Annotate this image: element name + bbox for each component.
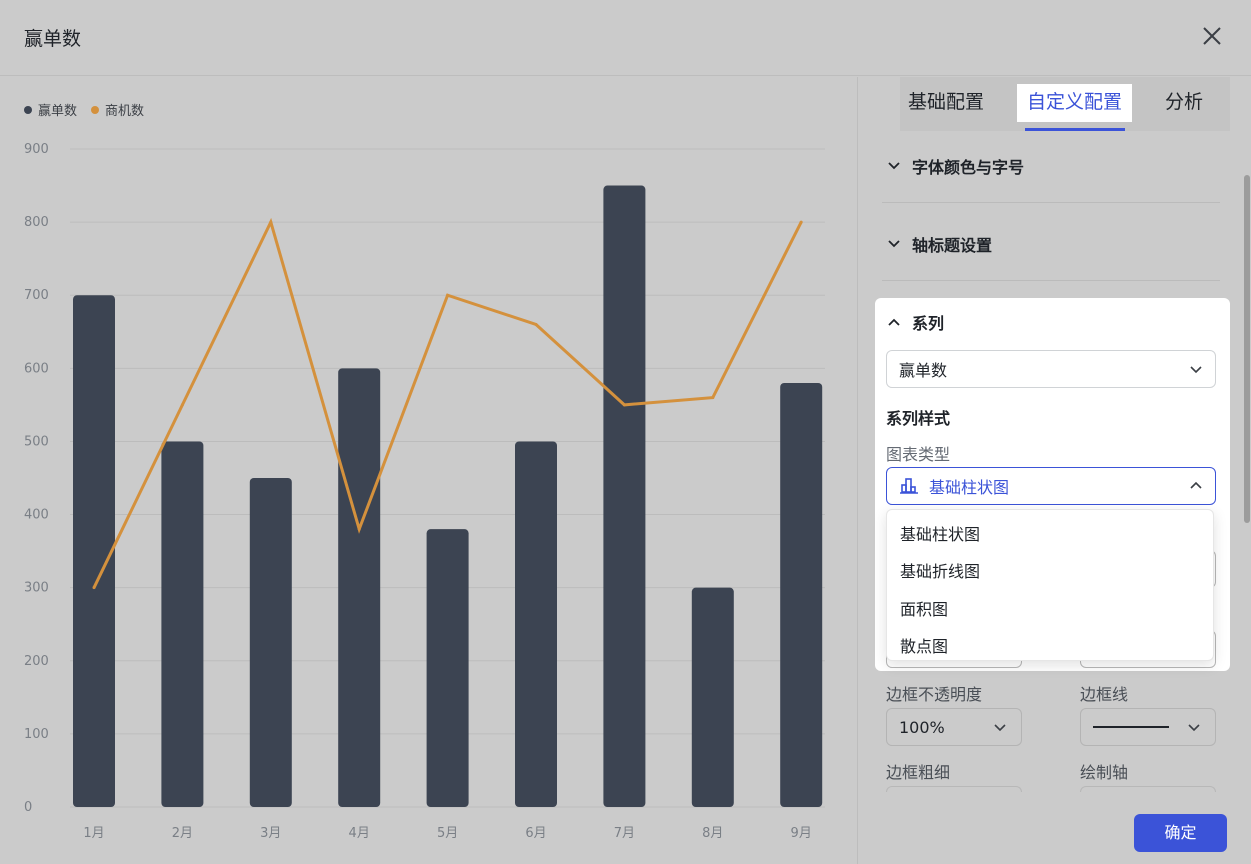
chevron-down-icon [1190, 366, 1202, 374]
legend-item-opportunities[interactable]: 商机数 [91, 100, 144, 119]
border-opacity-value: 100% [899, 717, 945, 737]
y-tick-label: 800 [24, 215, 49, 230]
section-title: 字体颜色与字号 [912, 158, 1025, 177]
border-line-label: 边框线 [1080, 685, 1129, 704]
section-axis-title[interactable]: 轴标题设置 [886, 232, 992, 256]
chart-type-dropdown: 基础柱状图 基础折线图 面积图 散点图 [886, 509, 1214, 661]
line-point-2月[interactable] [180, 403, 184, 407]
chart-type-value: 基础柱状图 [929, 478, 1010, 497]
x-tick-label: 4月 [349, 826, 370, 841]
y-tick-label: 700 [24, 288, 49, 303]
chevron-down-icon [888, 240, 900, 248]
y-tick-label: 600 [24, 361, 49, 376]
x-tick-label: 1月 [83, 826, 104, 841]
bar-4月[interactable] [338, 368, 381, 807]
tab-custom-config[interactable]: 自定义配置 [1017, 84, 1133, 122]
x-tick-label: 5月 [437, 826, 458, 841]
option-basic-line[interactable]: 基础折线图 [900, 558, 1200, 582]
bar-chart-icon [900, 478, 918, 494]
x-tick-label: 9月 [791, 826, 812, 841]
border-width-select[interactable] [886, 786, 1022, 792]
section-series[interactable]: 系列 [886, 310, 944, 334]
line-point-4月[interactable] [357, 527, 361, 531]
border-width-label: 边框粗细 [886, 763, 951, 782]
panel-scrollbar[interactable] [1244, 175, 1250, 523]
draw-axis-label: 绘制轴 [1080, 763, 1129, 782]
bar-5月[interactable] [426, 529, 469, 807]
chevron-down-icon [888, 162, 900, 170]
y-tick-label: 400 [24, 508, 49, 523]
chevron-up-icon [888, 318, 900, 326]
chevron-down-icon [1188, 724, 1200, 732]
border-opacity-label: 边框不透明度 [886, 685, 983, 704]
chart-type-select[interactable]: 基础柱状图 [886, 467, 1216, 505]
solid-line-icon [1093, 726, 1169, 728]
legend-label: 商机数 [105, 104, 145, 119]
y-tick-label: 300 [24, 581, 49, 596]
line-point-8月[interactable] [711, 396, 715, 400]
legend-item-wins[interactable]: 赢单数 [24, 100, 77, 119]
divider [882, 202, 1220, 203]
bar-7月[interactable] [603, 185, 646, 808]
chart-type-label: 图表类型 [886, 445, 951, 464]
section-font[interactable]: 字体颜色与字号 [886, 154, 1024, 178]
section-title: 轴标题设置 [912, 236, 993, 255]
divider [882, 280, 1220, 281]
legend-label: 赢单数 [38, 104, 78, 119]
y-tick-label: 900 [24, 142, 49, 157]
y-tick-label: 500 [24, 434, 49, 449]
x-tick-label: 7月 [614, 826, 635, 841]
y-tick-label: 100 [24, 727, 49, 742]
series-style-heading: 系列样式 [886, 409, 951, 428]
y-tick-label: 200 [24, 654, 49, 669]
section-title: 系列 [912, 314, 945, 333]
x-tick-label: 6月 [525, 826, 546, 841]
active-tab-indicator [1025, 128, 1125, 131]
line-point-9月[interactable] [799, 220, 803, 224]
bar-6月[interactable] [515, 441, 557, 807]
chart-legend: 赢单数 商机数 [24, 100, 144, 119]
option-area[interactable]: 面积图 [900, 596, 1200, 620]
tab-basic-config[interactable]: 基础配置 [898, 84, 994, 122]
line-point-3月[interactable] [269, 220, 273, 224]
legend-dot-icon [24, 105, 32, 114]
x-tick-label: 3月 [260, 826, 281, 841]
draw-axis-select[interactable] [1080, 786, 1216, 792]
legend-dot-icon [91, 105, 100, 114]
series-select-value: 赢单数 [899, 361, 948, 380]
x-tick-label: 8月 [702, 826, 723, 841]
line-point-1月[interactable] [92, 586, 96, 590]
bar-3月[interactable] [249, 478, 292, 807]
option-basic-bar[interactable]: 基础柱状图 [900, 521, 1200, 545]
line-point-5月[interactable] [446, 293, 450, 297]
x-tick-label: 2月 [172, 826, 193, 841]
line-point-6月[interactable] [534, 322, 538, 326]
border-line-select[interactable] [1080, 708, 1216, 746]
bar-2月[interactable] [161, 441, 204, 807]
line-point-7月[interactable] [622, 403, 626, 407]
y-tick-label: 0 [24, 800, 32, 815]
panel-divider [857, 77, 858, 864]
bar-8月[interactable] [691, 587, 734, 807]
series-select[interactable]: 赢单数 [886, 350, 1216, 388]
option-scatter[interactable]: 散点图 [900, 633, 1200, 657]
chart-canvas: 0 100 200 300 400 500 600 700 800 900 1月 2月 3月 4月 5月 6月… [24, 142, 825, 841]
bar-1月[interactable] [73, 295, 115, 807]
border-opacity-select[interactable]: 100% [886, 708, 1022, 746]
tab-analysis[interactable]: 分析 [1155, 84, 1213, 122]
close-icon[interactable] [1196, 20, 1228, 52]
chevron-up-icon [1190, 481, 1202, 489]
confirm-button[interactable]: 确定 [1134, 814, 1227, 852]
chevron-down-icon [994, 724, 1006, 732]
bar-9月[interactable] [780, 382, 823, 807]
